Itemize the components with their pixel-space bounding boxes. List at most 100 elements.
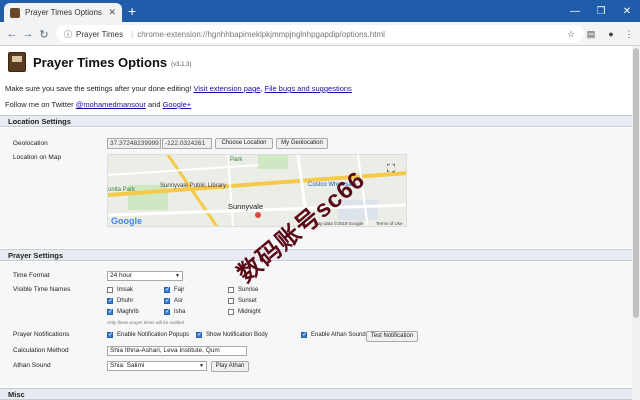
latitude-input[interactable]: 37.37248239999 xyxy=(107,138,161,149)
notification-popups-checkbox[interactable]: ✓ Enable Notification Popups xyxy=(107,332,189,338)
save-warning-text: Make sure you save the settings after yo… xyxy=(5,84,192,93)
my-geolocation-button[interactable]: My Geolocation xyxy=(276,138,328,149)
bookmark-star-icon[interactable]: ☆ xyxy=(564,27,578,41)
notification-popups-text: Enable Notification Popups xyxy=(117,332,190,338)
origin-label: Prayer Times xyxy=(76,29,124,39)
time-checkbox-midnight[interactable]: Midnight xyxy=(228,309,261,315)
athan-sound-select[interactable]: Shia: Salimi ▼ xyxy=(107,361,207,371)
time-checkbox-maghrib[interactable]: ✓ Maghrib xyxy=(107,309,139,315)
checkbox-unchecked-icon xyxy=(228,287,234,293)
athan-sound-value: Shia: Salimi xyxy=(110,362,145,369)
new-tab-button[interactable]: + xyxy=(128,3,136,19)
time-name-label: Maghrib xyxy=(117,309,139,315)
time-checkbox-isha[interactable]: ✓ Isha xyxy=(164,309,185,315)
time-checkbox-sunset[interactable]: Sunset xyxy=(228,298,257,304)
time-checkbox-sunrise[interactable]: Sunrise xyxy=(228,287,258,293)
visit-extension-link[interactable]: Visit extension page xyxy=(193,84,260,93)
checkbox-checked-icon: ✓ xyxy=(164,309,171,315)
test-notification-button[interactable]: Test Notification xyxy=(366,331,418,342)
checkbox-unchecked-icon xyxy=(228,309,234,315)
checkbox-checked-icon: ✓ xyxy=(107,298,114,304)
profile-avatar-icon[interactable]: ● xyxy=(604,27,618,41)
checkbox-checked-icon: ✓ xyxy=(107,309,114,315)
calculation-method-select[interactable]: Shia Ithna-Ashari, Leva Institute, Qum xyxy=(107,346,247,356)
play-athan-button[interactable]: Play Athan xyxy=(211,361,249,372)
prayer-settings-heading: Prayer Settings xyxy=(0,249,632,261)
map-label-park: Park xyxy=(230,157,243,163)
tab-strip: Prayer Times Options ✕ + — ❐ ✕ xyxy=(0,0,640,22)
checkbox-checked-icon: ✓ xyxy=(164,298,171,304)
time-format-value: 24 hour xyxy=(110,272,133,279)
time-name-label: Asr xyxy=(174,298,183,304)
map-label-library: Sunnyvale Public Library xyxy=(160,183,227,189)
omnibox-separator: | xyxy=(131,29,134,39)
back-arrow-icon[interactable]: ← xyxy=(4,26,20,42)
address-bar[interactable]: ⓘ Prayer Times | chrome-extension://hgnh… xyxy=(56,25,584,43)
time-checkbox-asr[interactable]: ✓ Asr xyxy=(164,298,183,304)
follow-text: Follow me on Twitter xyxy=(5,100,74,109)
map-label-sunnyvale: Sunnyvale xyxy=(228,202,264,211)
extension-prayer-icon[interactable]: ▤ xyxy=(584,27,598,41)
google-plus-link[interactable]: Google+ xyxy=(163,100,192,109)
checkbox-checked-icon: ✓ xyxy=(164,287,171,293)
forward-arrow-icon[interactable]: → xyxy=(20,26,36,42)
time-name-label: Isha xyxy=(174,309,186,315)
checkbox-unchecked-icon xyxy=(228,298,234,304)
calculation-method-value: Shia Ithna-Ashari, Leva Institute, Qum xyxy=(110,347,220,354)
geolocation-label: Geolocation xyxy=(13,140,48,147)
extension-info-icon[interactable]: ⓘ xyxy=(64,29,72,40)
version-label: (v3.1.3) xyxy=(171,62,192,68)
checkbox-checked-icon: ✓ xyxy=(301,332,308,338)
time-checkbox-fajr[interactable]: ✓ Fajr xyxy=(164,287,184,293)
select-arrow-icon: ▼ xyxy=(199,363,204,369)
map-label-unita-park: unita Park xyxy=(108,187,136,193)
google-logo: Google xyxy=(111,216,142,226)
fullscreen-icon[interactable]: ⛶ xyxy=(387,163,395,176)
twitter-link[interactable]: @mohamedmansour xyxy=(76,100,146,109)
menu-kebab-icon[interactable]: ⋮ xyxy=(622,27,636,41)
map-label: Location on Map xyxy=(13,154,62,161)
select-arrow-icon: ▼ xyxy=(175,273,180,279)
tab-close-icon[interactable]: ✕ xyxy=(108,7,116,18)
visible-times-label: Visible Time Names xyxy=(13,286,71,293)
checkbox-checked-icon: ✓ xyxy=(196,332,203,338)
longitude-input[interactable]: -122.0324261 xyxy=(162,138,212,149)
location-settings-heading: Location Settings xyxy=(0,115,632,127)
tab-prayer-times-options[interactable]: Prayer Times Options ✕ xyxy=(4,3,122,22)
map-terms-link[interactable]: Terms of Use xyxy=(376,221,403,226)
checkbox-checked-icon: ✓ xyxy=(107,332,114,338)
notification-body-checkbox[interactable]: ✓ Show Notification Body xyxy=(196,332,268,338)
maximize-button[interactable]: ❐ xyxy=(588,0,614,22)
notifications-label: Prayer Notifications xyxy=(13,331,70,338)
choose-location-button[interactable]: Choose Location xyxy=(215,138,273,149)
page-scrollbar[interactable] xyxy=(632,46,640,400)
time-checkbox-dhuhr[interactable]: ✓ Dhuhr xyxy=(107,298,133,304)
time-name-label: Sunset xyxy=(238,298,257,304)
athan-sound-text: Enable Athan Sound xyxy=(311,332,366,338)
time-name-label: Midnight xyxy=(238,309,261,315)
calculation-method-label: Calculation Method xyxy=(13,347,69,354)
minimize-button[interactable]: — xyxy=(562,0,588,22)
time-format-select[interactable]: 24 hour ▼ xyxy=(107,271,183,281)
url-text: chrome-extension://hgnhhbapimeklpkjmmpjn… xyxy=(137,29,385,39)
time-name-label: Imsak xyxy=(117,287,134,293)
comma-separator: , xyxy=(260,84,263,93)
reload-icon[interactable]: ↻ xyxy=(36,26,52,42)
misc-heading: Misc xyxy=(0,388,632,400)
browser-toolbar: ← → ↻ ⓘ Prayer Times | chrome-extension:… xyxy=(0,22,640,46)
tab-title: Prayer Times Options xyxy=(25,8,102,17)
prayer-settings-body xyxy=(0,262,632,386)
file-bugs-link[interactable]: File bugs and suggestions xyxy=(265,84,352,93)
follow-note: Follow me on Twitter @mohamedmansour and… xyxy=(5,100,191,109)
time-format-label: Time Format xyxy=(13,272,50,279)
time-checkbox-imsak[interactable]: Imsak xyxy=(107,287,133,293)
save-note: Make sure you save the settings after yo… xyxy=(5,84,352,93)
times-hint: Only these prayer times will be notified… xyxy=(107,320,186,325)
athan-sound-checkbox[interactable]: ✓ Enable Athan Sound xyxy=(301,332,366,338)
close-window-button[interactable]: ✕ xyxy=(614,0,640,22)
time-name-label: Sunrise xyxy=(238,287,259,293)
and-text: and xyxy=(147,100,161,109)
checkbox-unchecked-icon xyxy=(107,287,113,293)
scrollbar-thumb[interactable] xyxy=(633,48,639,318)
time-name-label: Dhuhr xyxy=(117,298,134,304)
